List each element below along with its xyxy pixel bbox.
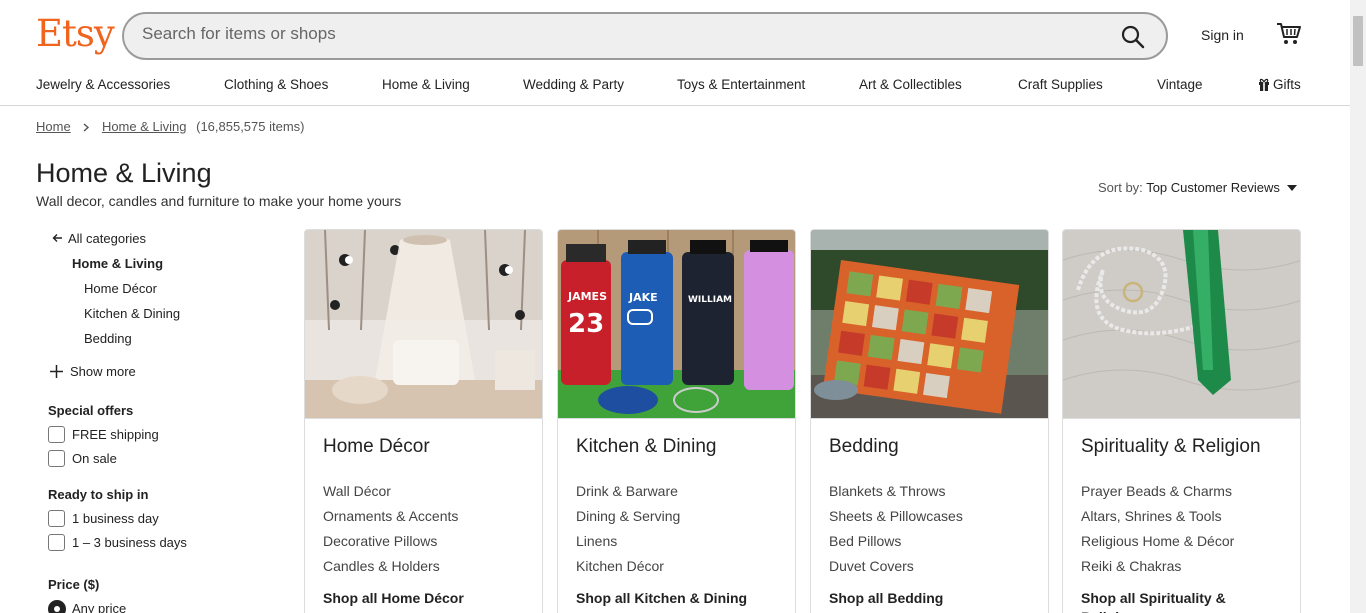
bedding-image[interactable]	[811, 230, 1048, 419]
card-link[interactable]: Linens	[576, 533, 680, 558]
site-header: Etsy Sign in Jewelry & Accessories Cloth…	[0, 0, 1350, 106]
ready-to-ship-heading: Ready to ship in	[48, 487, 149, 502]
card-title[interactable]: Kitchen & Dining	[576, 436, 716, 458]
ship-1-day-checkbox[interactable]	[48, 510, 65, 527]
nav-art-collectibles[interactable]: Art & Collectibles	[859, 77, 962, 92]
all-categories-label: All categories	[68, 231, 147, 246]
on-sale-label[interactable]: On sale	[72, 451, 117, 466]
nursery-illustration	[305, 230, 542, 418]
card-link[interactable]: Bed Pillows	[829, 533, 963, 558]
nav-jewelry-accessories[interactable]: Jewelry & Accessories	[36, 77, 170, 92]
card-link[interactable]: Decorative Pillows	[323, 533, 458, 558]
sidebar-item-bedding[interactable]: Bedding	[84, 331, 132, 346]
crystal-necklace-illustration	[1063, 230, 1300, 418]
gift-icon	[1259, 78, 1269, 91]
show-more-button[interactable]: Show more	[50, 364, 136, 379]
breadcrumb-home-living[interactable]: Home & Living	[102, 119, 187, 134]
search-bar[interactable]	[122, 12, 1168, 60]
bottle-label: 23	[568, 309, 604, 339]
card-links: Drink & Barware Dining & Serving Linens …	[576, 483, 680, 583]
nav-toys-entertainment[interactable]: Toys & Entertainment	[677, 77, 805, 92]
sort-value: Top Customer Reviews	[1146, 180, 1280, 195]
sidebar-item-home-decor[interactable]: Home Décor	[84, 281, 157, 296]
search-icon[interactable]	[1120, 24, 1146, 50]
sidebar-item-home-living[interactable]: Home & Living	[72, 256, 163, 271]
card-link[interactable]: Religious Home & Décor	[1081, 533, 1234, 558]
search-input[interactable]	[142, 24, 1042, 44]
nav-clothing-shoes[interactable]: Clothing & Shoes	[224, 77, 328, 92]
card-links: Blankets & Throws Sheets & Pillowcases B…	[829, 483, 963, 583]
nav-gifts-label: Gifts	[1273, 77, 1301, 92]
shop-all-link[interactable]: Shop all Bedding	[829, 589, 1029, 608]
scrollbar-thumb[interactable]	[1353, 16, 1363, 66]
bottle-label: WILLIAM	[688, 295, 732, 305]
ship-1-3-days-label[interactable]: 1 – 3 business days	[72, 535, 187, 550]
bottle-label: JAMES	[567, 290, 607, 303]
any-price-radio[interactable]	[48, 600, 66, 613]
category-card-home-decor[interactable]: Home Décor Wall Décor Ornaments & Accent…	[304, 229, 543, 613]
nav-vintage[interactable]: Vintage	[1157, 77, 1203, 92]
card-title[interactable]: Bedding	[829, 436, 899, 458]
card-link[interactable]: Wall Décor	[323, 483, 458, 508]
page-title: Home & Living	[36, 158, 212, 188]
sign-in-link[interactable]: Sign in	[1201, 27, 1244, 43]
card-link[interactable]: Dining & Serving	[576, 508, 680, 533]
card-link[interactable]: Ornaments & Accents	[323, 508, 458, 533]
category-card-kitchen-dining[interactable]: JAMES 23 JAKE WILLIAM Kitchen & Dining D…	[557, 229, 796, 613]
home-decor-image[interactable]	[305, 230, 542, 419]
card-link[interactable]: Blankets & Throws	[829, 483, 963, 508]
nav-craft-supplies[interactable]: Craft Supplies	[1018, 77, 1103, 92]
spirituality-religion-image[interactable]	[1063, 230, 1300, 419]
plus-icon	[50, 365, 63, 378]
card-link[interactable]: Altars, Shrines & Tools	[1081, 508, 1234, 533]
card-link[interactable]: Kitchen Décor	[576, 558, 680, 583]
cart-icon[interactable]	[1276, 22, 1302, 46]
price-heading: Price ($)	[48, 577, 100, 592]
breadcrumb: Home Home & Living (16,855,575 items)	[36, 119, 305, 134]
nav-wedding-party[interactable]: Wedding & Party	[523, 77, 624, 92]
on-sale-checkbox[interactable]	[48, 450, 65, 467]
free-shipping-checkbox[interactable]	[48, 426, 65, 443]
nav-home-living[interactable]: Home & Living	[382, 77, 470, 92]
special-offers-heading: Special offers	[48, 403, 134, 418]
item-count: (16,855,575 items)	[196, 119, 305, 134]
page-subtitle: Wall decor, candles and furniture to mak…	[36, 193, 402, 209]
card-link[interactable]: Reiki & Chakras	[1081, 558, 1234, 583]
category-nav: Jewelry & Accessories Clothing & Shoes H…	[0, 74, 1350, 96]
chevron-right-icon	[83, 123, 90, 132]
nav-gifts[interactable]: Gifts	[1258, 77, 1301, 92]
card-link[interactable]: Duvet Covers	[829, 558, 963, 583]
card-title[interactable]: Home Décor	[323, 436, 430, 458]
bottles-illustration: JAMES 23 JAKE WILLIAM	[558, 230, 795, 418]
any-price-label[interactable]: Any price	[72, 601, 126, 613]
card-link[interactable]: Prayer Beads & Charms	[1081, 483, 1234, 508]
free-shipping-label[interactable]: FREE shipping	[72, 427, 159, 442]
caret-down-icon	[1287, 185, 1298, 191]
card-links: Prayer Beads & Charms Altars, Shrines & …	[1081, 483, 1234, 583]
shop-all-link[interactable]: Shop all Kitchen & Dining	[576, 589, 776, 608]
sidebar-item-kitchen-dining[interactable]: Kitchen & Dining	[84, 306, 180, 321]
card-links: Wall Décor Ornaments & Accents Decorativ…	[323, 483, 458, 583]
ship-1-day-label[interactable]: 1 business day	[72, 511, 159, 526]
breadcrumb-home[interactable]: Home	[36, 119, 71, 134]
sort-label: Sort by:	[1098, 180, 1143, 195]
card-link[interactable]: Drink & Barware	[576, 483, 680, 508]
etsy-logo[interactable]: Etsy	[36, 12, 115, 55]
sort-dropdown[interactable]: Sort by: Top Customer Reviews	[1098, 180, 1298, 195]
vertical-scrollbar[interactable]	[1350, 0, 1366, 613]
shop-all-link[interactable]: Shop all Home Décor	[323, 589, 523, 608]
all-categories-link[interactable]: All categories	[52, 231, 146, 246]
card-title[interactable]: Spirituality & Religion	[1081, 436, 1261, 458]
card-link[interactable]: Sheets & Pillowcases	[829, 508, 963, 533]
arrow-left-icon	[52, 234, 62, 242]
category-card-spirituality-religion[interactable]: Spirituality & Religion Prayer Beads & C…	[1062, 229, 1301, 613]
card-link[interactable]: Candles & Holders	[323, 558, 458, 583]
show-more-label: Show more	[70, 364, 136, 379]
kitchen-dining-image[interactable]: JAMES 23 JAKE WILLIAM	[558, 230, 795, 419]
shop-all-link[interactable]: Shop all Spirituality & Religion	[1081, 589, 1281, 613]
bottle-label: JAKE	[628, 291, 658, 304]
quilt-illustration	[811, 230, 1048, 418]
ship-1-3-days-checkbox[interactable]	[48, 534, 65, 551]
category-card-bedding[interactable]: Bedding Blankets & Throws Sheets & Pillo…	[810, 229, 1049, 613]
